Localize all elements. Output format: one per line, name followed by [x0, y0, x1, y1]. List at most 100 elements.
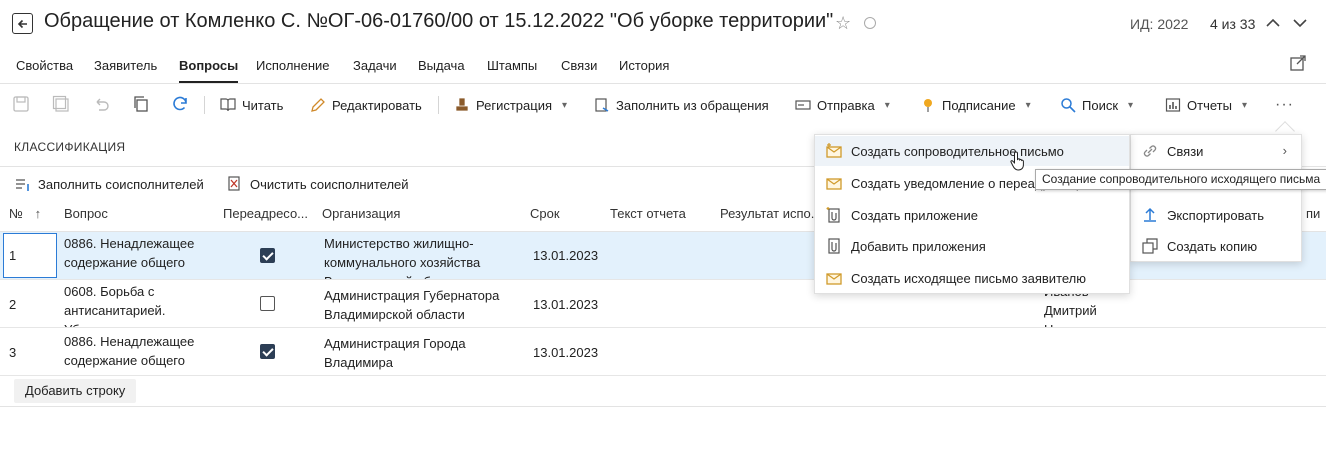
read-button[interactable]: Читать [220, 95, 283, 115]
tab-history[interactable]: История [619, 58, 669, 81]
record-id: ИД: 2022 [1130, 16, 1189, 32]
save-icon[interactable] [12, 95, 30, 113]
save-all-icon[interactable] [52, 95, 70, 113]
more-actions-menu: Связи › Экспортировать Создать копию [1130, 134, 1302, 262]
open-in-new-window-icon[interactable] [1289, 54, 1307, 72]
menu-item-create-copy[interactable]: Создать копию [1131, 231, 1301, 261]
menu-item-export[interactable]: Экспортировать [1131, 200, 1301, 230]
redirected-checkbox[interactable] [260, 296, 275, 311]
menu-item-create-cover-letter[interactable]: Создать сопроводительное письмо [815, 136, 1129, 166]
menu-item-create-copy-label: Создать копию [1167, 238, 1258, 254]
tab-issuance[interactable]: Выдача [418, 58, 465, 81]
menu-item-create-outgoing-letter[interactable]: Создать исходящее письмо заявителю [815, 263, 1129, 293]
column-header-redirected[interactable]: Переадресо... [223, 206, 308, 221]
reports-button[interactable]: Отчеты ▾ [1165, 95, 1247, 115]
signing-label: Подписание [942, 97, 1016, 113]
column-header-number[interactable]: № ↑ [9, 206, 41, 221]
row-organization: Администрация Города Владимира [324, 336, 466, 370]
tooltip: Создание сопроводительного исходящего пи… [1035, 169, 1326, 190]
column-header-result[interactable]: Результат испо... [720, 206, 822, 221]
tab-tasks[interactable]: Задачи [353, 58, 397, 81]
send-button[interactable]: Отправка ▾ [795, 95, 890, 115]
edit-label: Редактировать [332, 97, 422, 113]
add-row-button[interactable]: Добавить строку [14, 379, 137, 403]
chevron-down-icon: ▾ [1025, 99, 1031, 111]
envelope-create-icon [826, 178, 842, 190]
pager-counter: 4 из 33 [1210, 16, 1256, 32]
column-header-organization[interactable]: Организация [322, 206, 400, 221]
row-number: 3 [9, 345, 17, 360]
fill-from-appeal-button[interactable]: Заполнить из обращения [594, 95, 769, 115]
redirected-checkbox[interactable] [260, 344, 275, 359]
search-icon [1061, 98, 1076, 113]
column-header-number-label: № [9, 206, 23, 221]
chevron-up-icon[interactable] [1264, 14, 1282, 32]
attachment-create-icon [826, 207, 840, 223]
reports-label: Отчеты [1187, 97, 1232, 113]
registration-button[interactable]: Регистрация ▾ [454, 95, 567, 115]
menu-item-create-attachment-label: Создать приложение [851, 207, 978, 223]
row-organization: Министерство жилищно-коммунального хозяй… [324, 236, 481, 279]
envelope-create-icon [826, 273, 842, 285]
row-number: 1 [9, 248, 17, 263]
menu-item-create-cover-letter-label: Создать сопроводительное письмо [851, 143, 1064, 159]
row-question: 0886. Ненадлежащее содержание общего иму… [64, 236, 195, 279]
toolbar: Читать Редактировать Регистрация ▾ Запол… [0, 88, 1326, 120]
column-header-truncated[interactable]: пи [1306, 206, 1320, 221]
star-icon[interactable]: ☆ [835, 13, 851, 34]
fill-coexecutors-button[interactable]: Заполнить соисполнителей [14, 175, 204, 193]
edit-button[interactable]: Редактировать [310, 95, 422, 115]
tab-questions[interactable]: Вопросы [179, 58, 239, 83]
column-header-report-text[interactable]: Текст отчета [610, 206, 686, 221]
stamp-icon [456, 98, 468, 111]
send-icon [795, 100, 811, 110]
chevron-down-icon[interactable] [1291, 14, 1309, 32]
row-due-date: 13.01.2023 [533, 345, 599, 360]
undo-icon[interactable] [92, 95, 110, 113]
chevron-down-icon: ▾ [884, 99, 890, 111]
send-label: Отправка [817, 97, 875, 113]
fill-from-appeal-label: Заполнить из обращения [616, 97, 769, 113]
menu-item-add-attachments[interactable]: Добавить приложения [815, 231, 1129, 261]
export-icon [1144, 207, 1156, 222]
tab-bar: Свойства Заявитель Вопросы Исполнение За… [0, 52, 1326, 84]
clear-coexecutors-button[interactable]: Очистить соисполнителей [226, 175, 409, 193]
chevron-down-icon: ▾ [562, 99, 568, 111]
menu-item-create-attachment[interactable]: Создать приложение [815, 200, 1129, 230]
pencil-icon [311, 98, 325, 112]
column-header-question[interactable]: Вопрос [64, 206, 108, 221]
create-submenu: Создать сопроводительное письмо Создать … [814, 134, 1130, 294]
bar-chart-icon [1165, 98, 1181, 112]
redirected-checkbox[interactable] [260, 248, 275, 263]
fill-document-icon [595, 98, 609, 112]
tab-applicant[interactable]: Заявитель [94, 58, 157, 81]
toolbar-divider [204, 96, 205, 114]
chevron-down-icon: ▾ [1241, 99, 1247, 111]
tab-execution[interactable]: Исполнение [256, 58, 330, 81]
row-number: 2 [9, 297, 17, 312]
menu-item-links[interactable]: Связи › [1131, 136, 1301, 166]
tab-properties[interactable]: Свойства [16, 58, 73, 81]
back-button[interactable] [12, 13, 33, 34]
sort-ascending-icon: ↑ [34, 206, 42, 221]
status-circle-icon[interactable] [864, 17, 876, 29]
section-title: КЛАССИФИКАЦИЯ [14, 140, 126, 154]
tab-stamps[interactable]: Штампы [487, 58, 537, 81]
tab-links[interactable]: Связи [561, 58, 597, 81]
copy-icon[interactable] [132, 95, 150, 113]
row-due-date: 13.01.2023 [533, 297, 599, 312]
search-label: Поиск [1082, 97, 1119, 113]
menu-item-add-attachments-label: Добавить приложения [851, 238, 986, 254]
table-row[interactable]: 3 0886. Ненадлежащее содержание общего и… [0, 328, 1326, 376]
more-actions-button[interactable]: ··· [1275, 96, 1294, 114]
signing-button[interactable]: Подписание ▾ [920, 95, 1031, 115]
registration-label: Регистрация [476, 97, 552, 113]
arrow-left-icon [17, 19, 27, 28]
clear-coexecutors-label: Очистить соисполнителей [250, 176, 409, 192]
refresh-icon[interactable] [171, 95, 189, 113]
book-icon [220, 98, 236, 112]
read-label: Читать [242, 97, 284, 113]
row-question: 0886. Ненадлежащее содержание общего иму… [64, 334, 195, 375]
search-button[interactable]: Поиск ▾ [1060, 95, 1133, 115]
column-header-due[interactable]: Срок [530, 206, 560, 221]
